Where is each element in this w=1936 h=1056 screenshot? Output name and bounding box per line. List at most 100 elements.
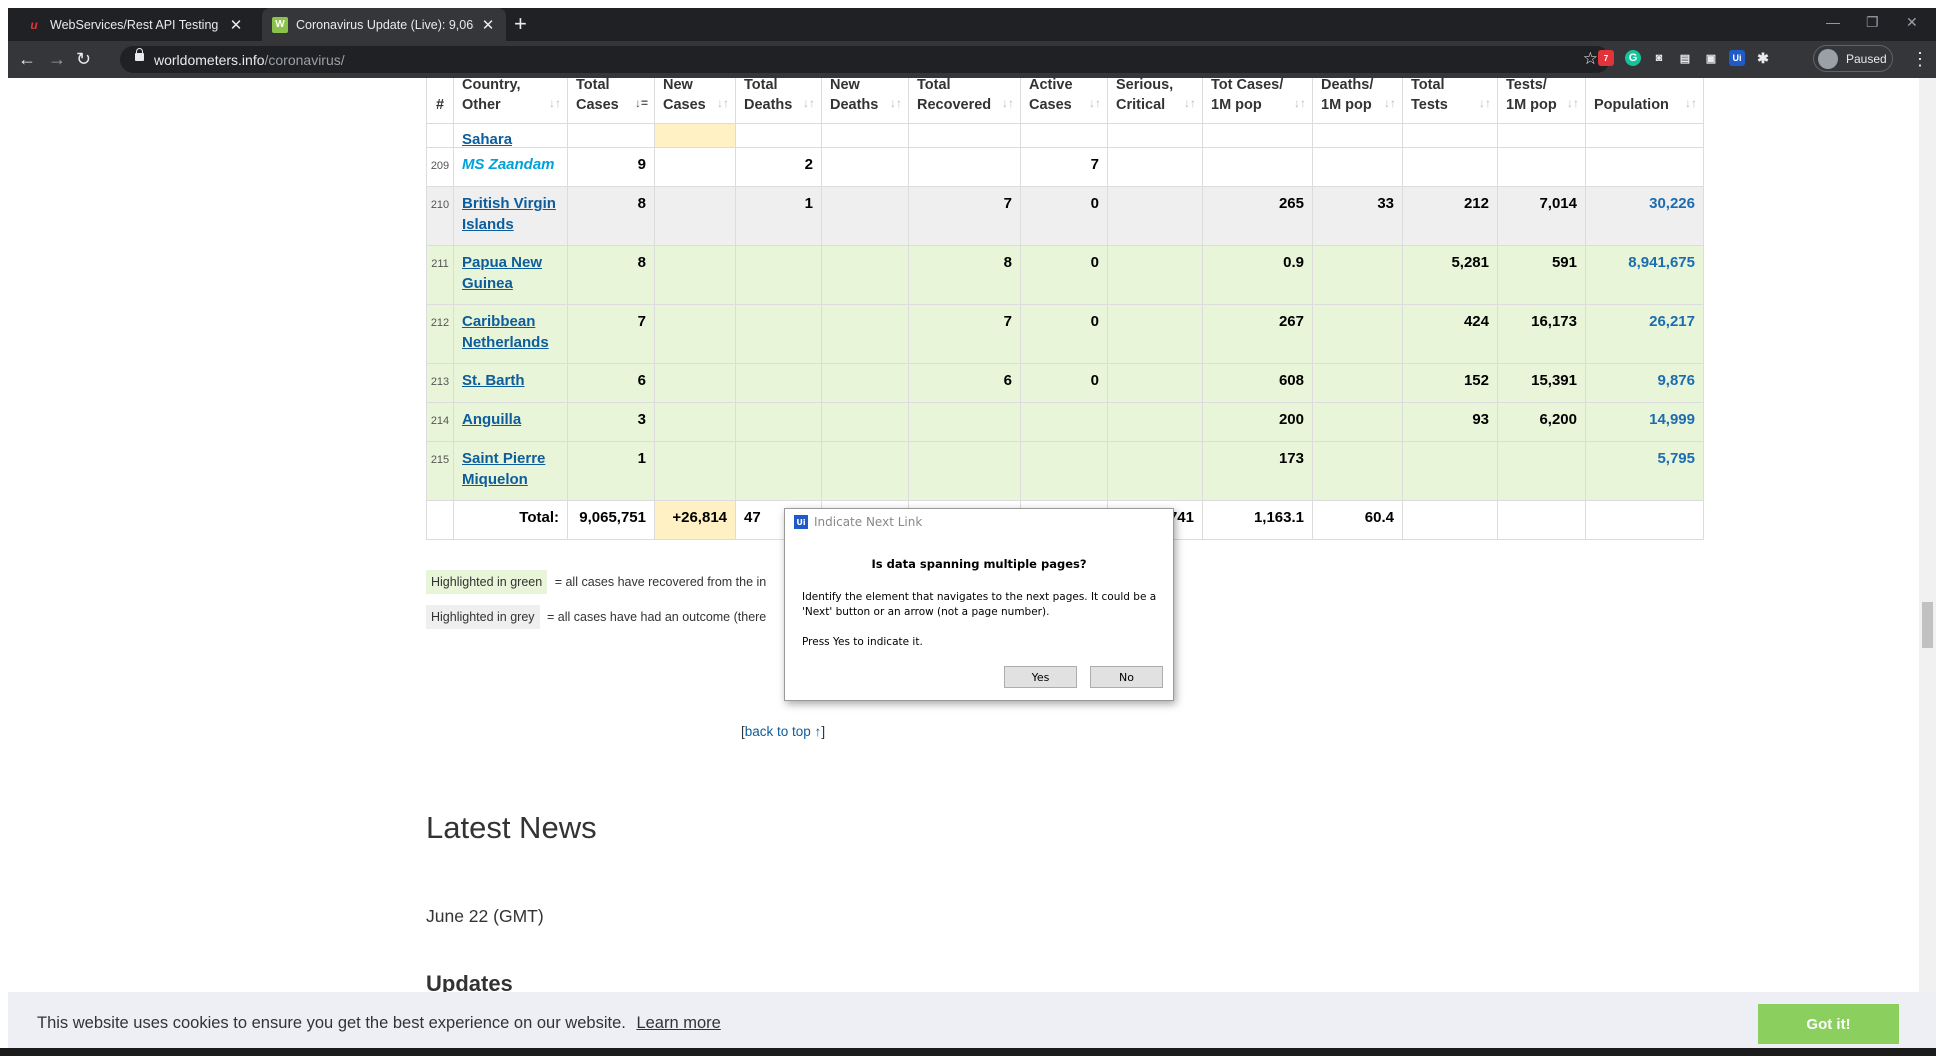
table-row: 211 Papua New Guinea 8 8 0 0.9 5,281 591… bbox=[426, 245, 1704, 305]
total-recovered-cell bbox=[908, 441, 1021, 501]
population-cell: 9,876 bbox=[1585, 363, 1704, 403]
puzzle-icon[interactable]: ✱ bbox=[1755, 50, 1771, 66]
screenshot-icon[interactable]: ▣ bbox=[1703, 50, 1719, 66]
row-number: 212 bbox=[426, 304, 454, 364]
cell bbox=[908, 123, 1021, 148]
uipath-icon: Ui bbox=[794, 515, 808, 529]
col-header-total-tests[interactable]: Total Tests ↓↑ bbox=[1402, 78, 1498, 124]
page-scrollbar[interactable] bbox=[1919, 78, 1936, 1056]
total-tests-cell: 152 bbox=[1402, 363, 1498, 403]
active-cases-cell: 0 bbox=[1020, 186, 1108, 246]
col-header-num[interactable]: # bbox=[426, 78, 454, 124]
country-link[interactable]: Papua New Guinea bbox=[462, 254, 542, 292]
col-header-new-cases[interactable]: New Cases ↓↑ bbox=[654, 78, 736, 124]
cell bbox=[567, 123, 655, 148]
country-link[interactable]: Caribbean Netherlands bbox=[462, 313, 549, 351]
new-deaths-cell bbox=[821, 245, 909, 305]
sort-icon: ↓↑ bbox=[549, 96, 561, 110]
population-cell: 30,226 bbox=[1585, 186, 1704, 246]
close-tab-icon[interactable]: ✕ bbox=[228, 16, 244, 34]
bookmark-star-icon[interactable]: ☆ bbox=[1583, 49, 1598, 69]
total-cases-total: 9,065,751 bbox=[567, 500, 655, 540]
deaths-1m-cell bbox=[1312, 245, 1403, 305]
back-to-top-link[interactable]: back to top ↑ bbox=[745, 724, 822, 739]
sort-icon: ↓↑ bbox=[717, 96, 729, 110]
row-number: 213 bbox=[426, 363, 454, 403]
country-link[interactable]: Sahara bbox=[462, 131, 512, 148]
print-icon[interactable]: ▤ bbox=[1677, 50, 1693, 66]
dialog-heading: Is data spanning multiple pages? bbox=[871, 557, 1087, 571]
uipath-icon[interactable]: Ui bbox=[1729, 50, 1745, 66]
back-arrow-icon[interactable]: ← bbox=[18, 49, 36, 69]
country-link[interactable]: MS Zaandam bbox=[462, 156, 555, 173]
sort-icon: ↓↑ bbox=[1089, 96, 1101, 110]
total-recovered-cell: 7 bbox=[908, 186, 1021, 246]
learn-more-link[interactable]: Learn more bbox=[636, 1014, 720, 1032]
cell bbox=[1497, 123, 1586, 148]
yes-button[interactable]: Yes bbox=[1004, 666, 1077, 688]
total-recovered-cell bbox=[908, 402, 1021, 442]
profile-button[interactable]: Paused bbox=[1813, 45, 1893, 72]
row-number: 210 bbox=[426, 186, 454, 246]
total-tests-cell: 212 bbox=[1402, 186, 1498, 246]
close-window-icon[interactable]: ✕ bbox=[1906, 14, 1918, 31]
cell bbox=[654, 123, 736, 148]
reload-icon[interactable]: ↻ bbox=[76, 49, 91, 69]
table-row: 214 Anguilla 3 200 93 6,200 14,999 bbox=[426, 402, 1704, 442]
sort-icon: ↓↑ bbox=[1002, 96, 1014, 110]
deaths-1m-cell bbox=[1312, 441, 1403, 501]
extension-badge-icon[interactable]: 7 bbox=[1598, 50, 1614, 66]
scrollbar-thumb[interactable] bbox=[1922, 602, 1933, 648]
close-tab-icon[interactable]: ✕ bbox=[480, 16, 496, 34]
total-tests-cell bbox=[1402, 147, 1498, 187]
restore-icon[interactable]: ❐ bbox=[1866, 14, 1879, 31]
address-bar[interactable]: worldometers.info/coronavirus/ ☆ bbox=[120, 46, 1610, 73]
col-header-active-cases[interactable]: Active Cases ↓↑ bbox=[1020, 78, 1108, 124]
country-link[interactable]: Saint Pierre Miquelon bbox=[462, 450, 545, 488]
cookie-banner: This website uses cookies to ensure you … bbox=[8, 992, 1936, 1056]
forward-arrow-icon[interactable]: → bbox=[48, 49, 66, 69]
row-number bbox=[426, 123, 454, 148]
col-header-population[interactable]: Population ↓↑ bbox=[1585, 78, 1704, 124]
new-cases-cell bbox=[654, 441, 736, 501]
country-link[interactable]: British Virgin Islands bbox=[462, 195, 556, 233]
tab-title: Coronavirus Update (Live): 9,065, bbox=[296, 17, 474, 32]
sort-icon: ↓↑ bbox=[1384, 96, 1396, 110]
browser-toolbar: ← → ↻ worldometers.info/coronavirus/ ☆ 7… bbox=[8, 41, 1936, 78]
total-deaths-cell bbox=[735, 304, 822, 364]
grammarly-icon[interactable]: G bbox=[1625, 50, 1641, 66]
country-link[interactable]: St. Barth bbox=[462, 372, 525, 389]
indicate-next-link-dialog: Ui Indicate Next Link Is data spanning m… bbox=[784, 508, 1174, 701]
tab-title: WebServices/Rest API Testing wi bbox=[50, 17, 222, 32]
cell bbox=[1402, 123, 1498, 148]
tab-coronavirus[interactable]: W Coronavirus Update (Live): 9,065, ✕ bbox=[262, 8, 506, 41]
col-header-total-cases[interactable]: Total Cases ↓= bbox=[567, 78, 655, 124]
col-header-new-deaths[interactable]: New Deaths ↓↑ bbox=[821, 78, 909, 124]
col-header-cases-per-1m[interactable]: Tot Cases/1M pop ↓↑ bbox=[1202, 78, 1313, 124]
cell bbox=[735, 123, 822, 148]
camera-icon[interactable]: ◙ bbox=[1651, 50, 1667, 66]
new-tab-icon[interactable]: + bbox=[514, 13, 527, 35]
total-deaths-cell bbox=[735, 363, 822, 403]
country-cell: MS Zaandam bbox=[453, 147, 568, 187]
col-header-total-recovered[interactable]: Total Recovered ↓↑ bbox=[908, 78, 1021, 124]
no-button[interactable]: No bbox=[1090, 666, 1163, 688]
deaths-1m-total: 60.4 bbox=[1312, 500, 1403, 540]
kebab-menu-icon[interactable]: ⋮ bbox=[1911, 49, 1929, 70]
col-header-country[interactable]: Country, Other ↓↑ bbox=[453, 78, 568, 124]
col-header-serious-critical[interactable]: Serious, Critical ↓↑ bbox=[1107, 78, 1203, 124]
covid-table: # Country, Other ↓↑ Total Cases ↓= New Cases ↓… bbox=[426, 78, 1704, 540]
total-cases-cell: 6 bbox=[567, 363, 655, 403]
dialog-title-text: Indicate Next Link bbox=[814, 515, 923, 529]
got-it-button[interactable]: Got it! bbox=[1758, 1004, 1899, 1044]
col-header-total-deaths[interactable]: Total Deaths ↓↑ bbox=[735, 78, 822, 124]
table-row: 213 St. Barth 6 6 0 608 152 15,391 9,876 bbox=[426, 363, 1704, 403]
minimize-icon[interactable]: — bbox=[1826, 14, 1840, 30]
dialog-body: Identify the element that navigates to t… bbox=[802, 591, 1157, 618]
new-deaths-cell bbox=[821, 441, 909, 501]
cell bbox=[1202, 123, 1313, 148]
tab-webservices[interactable]: u WebServices/Rest API Testing wi ✕ bbox=[16, 8, 254, 41]
col-header-deaths-per-1m[interactable]: Deaths/1M pop ↓↑ bbox=[1312, 78, 1403, 124]
col-header-tests-per-1m[interactable]: Tests/1M pop ↓↑ bbox=[1497, 78, 1586, 124]
country-link[interactable]: Anguilla bbox=[462, 411, 521, 428]
